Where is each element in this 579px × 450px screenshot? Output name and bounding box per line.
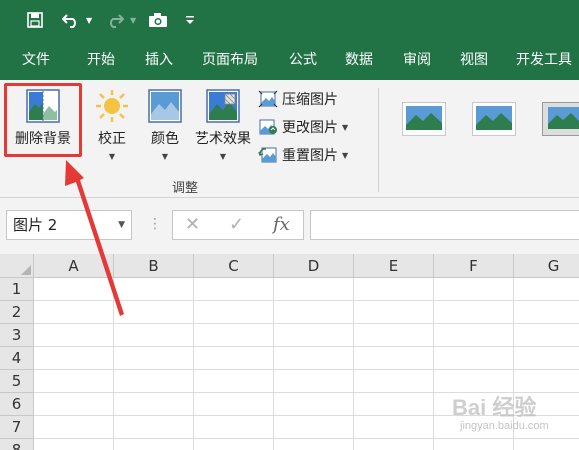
color-button[interactable]: 颜色 ▼ (145, 88, 185, 161)
watermark: Bai 经验 (452, 395, 537, 420)
tab-view[interactable]: 视图 (460, 40, 488, 80)
ribbon-panel: 删除背景 校正 ▼ 颜色 ▼ 艺术效果 ▼ 压缩图片 更改图片 ▼ 重置图片 ▼… (0, 80, 579, 198)
row-header[interactable]: 8 (0, 439, 34, 450)
name-box-value: 图片 2 (13, 216, 58, 234)
change-picture-icon (259, 119, 277, 135)
row-header[interactable]: 1 (0, 278, 34, 301)
grid-line (34, 438, 579, 439)
chevron-down-icon: ▼ (342, 122, 349, 132)
compress-icon (258, 90, 278, 108)
reset-picture-button[interactable]: 重置图片 ▼ (258, 144, 348, 166)
row-header[interactable]: 7 (0, 416, 34, 439)
tab-insert[interactable]: 插入 (145, 40, 173, 80)
watermark-url: jingyan.baidu.com (460, 420, 549, 432)
select-all-corner[interactable] (0, 254, 34, 278)
row-header[interactable]: 5 (0, 370, 34, 393)
undo-dropdown-icon[interactable]: ▼ (86, 16, 92, 25)
quick-access-toolbar: ▼ ▼ (0, 0, 579, 40)
tab-home[interactable]: 开始 (87, 40, 115, 80)
picture-style-thumbnail[interactable] (472, 102, 516, 136)
picture-color-icon (148, 89, 182, 123)
row-header[interactable]: 2 (0, 301, 34, 324)
corrections-button[interactable]: 校正 ▼ (92, 88, 132, 161)
grid-line (433, 278, 434, 450)
grid-line (193, 278, 194, 450)
chevron-down-icon: ▼ (342, 150, 349, 160)
remove-background-highlight (4, 83, 82, 157)
change-picture-button[interactable]: 更改图片 ▼ (258, 116, 348, 138)
row-header[interactable]: 4 (0, 347, 34, 370)
column-header[interactable]: G (514, 254, 579, 278)
column-header[interactable]: E (354, 254, 434, 278)
column-header[interactable]: F (434, 254, 514, 278)
cancel-icon[interactable]: ✕ (185, 214, 200, 235)
grid-line (34, 369, 579, 370)
customize-icon[interactable] (180, 7, 200, 33)
tab-review[interactable]: 审阅 (403, 40, 431, 80)
camera-icon[interactable] (145, 7, 171, 33)
artistic-effects-icon (206, 89, 240, 123)
sun-icon (96, 90, 128, 122)
column-header[interactable]: C (194, 254, 274, 278)
tab-page-layout[interactable]: 页面布局 (202, 40, 258, 80)
reset-picture-label: 重置图片 (282, 148, 338, 164)
formula-actions: ✕ ✓ fx (172, 210, 304, 240)
enter-icon[interactable]: ✓ (229, 214, 244, 235)
picture-style-preview (476, 106, 512, 130)
tab-developer[interactable]: 开发工具 (516, 40, 572, 80)
column-header[interactable]: A (34, 254, 114, 278)
chevron-down-icon: ▼ (108, 152, 116, 161)
tab-data[interactable]: 数据 (345, 40, 373, 80)
formula-input[interactable] (310, 210, 579, 240)
chevron-down-icon[interactable]: ▼ (118, 211, 125, 239)
grid-line (34, 300, 579, 301)
corrections-label: 校正 (98, 131, 126, 147)
grid-line (34, 346, 579, 347)
color-label: 颜色 (151, 131, 179, 147)
resize-handle-icon[interactable]: ⋮ (148, 216, 162, 232)
save-icon[interactable] (22, 7, 48, 33)
column-header[interactable]: B (114, 254, 194, 278)
column-header[interactable]: D (274, 254, 354, 278)
picture-style-thumbnail[interactable] (542, 102, 579, 136)
chevron-down-icon: ▼ (219, 152, 227, 161)
compress-pictures-label: 压缩图片 (282, 92, 338, 108)
chevron-down-icon: ▼ (161, 152, 169, 161)
row-header[interactable]: 6 (0, 393, 34, 416)
adjust-group-label: 调整 (172, 181, 199, 196)
name-box[interactable]: 图片 2 ▼ (6, 210, 132, 240)
compress-pictures-button[interactable]: 压缩图片 (258, 88, 338, 110)
picture-style-preview (406, 106, 442, 130)
reset-picture-icon (258, 147, 277, 163)
tab-file[interactable]: 文件 (22, 40, 50, 80)
insert-function-icon[interactable]: fx (273, 214, 290, 235)
group-separator (378, 88, 379, 192)
undo-icon[interactable] (58, 7, 84, 33)
grid-line (353, 278, 354, 450)
redo-dropdown-icon[interactable]: ▼ (130, 16, 136, 25)
change-picture-label: 更改图片 (282, 120, 338, 136)
grid-line (273, 278, 274, 450)
formula-bar: 图片 2 ▼ ⋮ ✕ ✓ fx (0, 198, 579, 254)
tab-formulas[interactable]: 公式 (289, 40, 317, 80)
picture-style-preview (548, 107, 579, 129)
artistic-effects-button[interactable]: 艺术效果 ▼ (192, 88, 254, 161)
grid-line (34, 323, 579, 324)
row-header[interactable]: 3 (0, 324, 34, 347)
ribbon-tabs: 文件 开始 插入 页面布局 公式 数据 审阅 视图 开发工具 (0, 40, 579, 80)
picture-style-thumbnail[interactable] (402, 102, 446, 136)
artistic-effects-label: 艺术效果 (195, 131, 251, 147)
grid-line (113, 278, 114, 450)
redo-icon[interactable] (102, 7, 128, 33)
